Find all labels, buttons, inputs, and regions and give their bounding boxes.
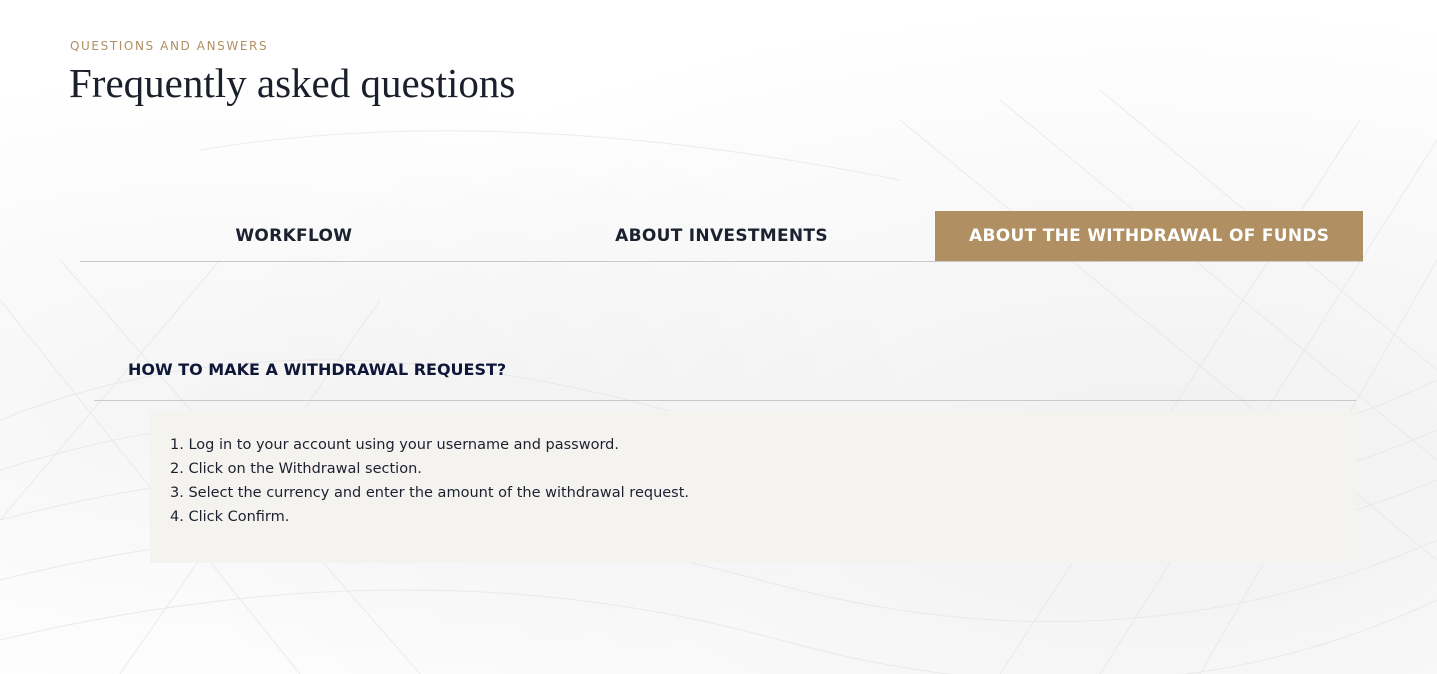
answer-step: 4. Click Confirm. [170, 509, 290, 525]
faq-question-toggle[interactable]: HOW TO MAKE A WITHDRAWAL REQUEST? [94, 350, 1356, 401]
answer-step: 3. Select the currency and enter the amo… [170, 485, 690, 501]
tab-about-investments[interactable]: ABOUT INVESTMENTS [508, 211, 936, 261]
faq-question-text: HOW TO MAKE A WITHDRAWAL REQUEST? [128, 360, 507, 379]
page-title: Frequently asked questions [69, 60, 516, 106]
tab-about-withdrawal-of-funds[interactable]: ABOUT THE WITHDRAWAL OF FUNDS [935, 211, 1364, 261]
answer-steps-list: 1. Log in to your account using your use… [170, 433, 689, 529]
faq-answer-panel: 1. Log in to your account using your use… [150, 411, 1356, 563]
section-eyebrow: QUESTIONS AND ANSWERS [70, 39, 269, 53]
faq-tabs: WORKFLOW ABOUT INVESTMENTS ABOUT THE WIT… [80, 211, 1364, 262]
tab-workflow[interactable]: WORKFLOW [80, 211, 508, 261]
answer-step: 1. Log in to your account using your use… [170, 437, 619, 453]
answer-step: 2. Click on the Withdrawal section. [170, 461, 422, 477]
